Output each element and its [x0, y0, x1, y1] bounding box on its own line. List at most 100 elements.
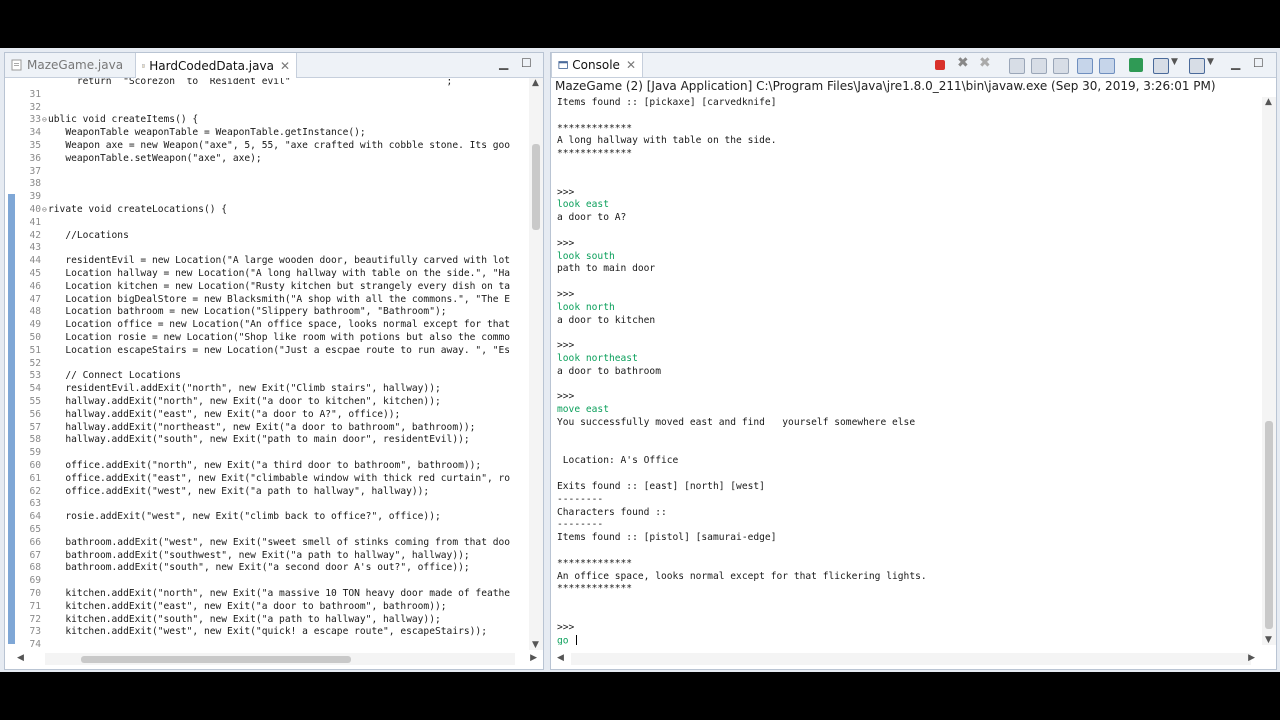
scroll-up-icon[interactable]: ▲ [1265, 97, 1272, 107]
console-process-description: MazeGame (2) [Java Application] C:\Progr… [555, 79, 1216, 93]
code-line: 45 Location hallway = new Location("A lo… [5, 268, 517, 281]
code-line: 73 kitchen.addExit("west", new Exit("qui… [5, 626, 517, 639]
console-line-text: >>> [557, 289, 575, 300]
code-line: 54 residentEvil.addExit("north", new Exi… [5, 383, 517, 396]
chevron-down-icon[interactable]: ▼ [1171, 57, 1178, 67]
line-number: 40 [29, 204, 41, 215]
open-console-icon[interactable] [1189, 58, 1205, 74]
line-number: 50 [29, 332, 41, 343]
code-text: Weapon axe = new Weapon("axe", 5, 55, "a… [48, 140, 511, 151]
code-editor[interactable]: return "Scorezon to Resident evil" ; 31 32… [5, 78, 517, 650]
show-on-error-icon[interactable] [1099, 58, 1115, 74]
console-line-text: ************* [557, 557, 633, 569]
fold-icon[interactable]: ⊖ [42, 114, 47, 127]
code-text: rivate void createLocations() { [48, 204, 228, 215]
tab-hardcodeddata-java[interactable]: J HardCodedData.java ✕ [135, 53, 297, 78]
code-text: kitchen.addExit("east", new Exit("a door… [48, 600, 447, 612]
close-icon[interactable]: ✕ [626, 58, 636, 72]
editor-horizontal-scrollbar[interactable]: ◀ ▶ [17, 653, 537, 665]
scroll-up-icon[interactable]: ▲ [532, 78, 539, 88]
console-output-line: ************* [557, 558, 632, 571]
console-output-line: >>> [557, 391, 574, 404]
scroll-left-icon[interactable]: ◀ [17, 653, 24, 663]
clear-console-icon[interactable] [1009, 58, 1025, 74]
show-on-output-icon[interactable] [1077, 58, 1093, 74]
pin-console-icon[interactable] [1129, 58, 1143, 72]
console-line-text: An office space, looks normal except for… [557, 570, 927, 582]
line-number: 55 [29, 396, 41, 407]
remove-launch-icon[interactable]: ✖ [957, 55, 971, 71]
line-number: 44 [29, 255, 41, 267]
console-vertical-scrollbar[interactable]: ▲ ▼ [1262, 97, 1276, 645]
fold-icon[interactable]: ⊖ [42, 204, 47, 217]
console-line-text: You successfully moved east and find you… [557, 417, 916, 428]
console-line-text: a door to kitchen [557, 314, 656, 326]
code-line: 55 hallway.addExit("north", new Exit("a … [5, 396, 517, 409]
line-number: 39 [29, 191, 41, 203]
display-console-icon[interactable] [1153, 58, 1169, 74]
console-output-line: >>> [557, 289, 574, 302]
code-line: 63 [5, 498, 517, 511]
console-output[interactable]: Items found :: [pickaxe] [carvedknife]**… [551, 97, 1257, 645]
scroll-down-icon[interactable]: ▼ [1265, 635, 1272, 645]
close-icon[interactable]: ✕ [280, 59, 290, 73]
scrollbar-thumb[interactable] [1265, 421, 1273, 629]
code-text: Location bathroom = new Location("Slippe… [48, 306, 447, 318]
console-input-line: look north [557, 302, 615, 315]
minimize-icon[interactable]: ▁ [499, 56, 508, 70]
ide-window: MazeGame.java J HardCodedData.java ✕ ▁ ☐… [0, 48, 1280, 672]
line-number: 56 [29, 408, 41, 420]
line-number: 57 [29, 421, 41, 433]
code-line: 41 [5, 217, 517, 230]
text-cursor [576, 634, 578, 645]
code-line: 65 [5, 524, 517, 537]
line-number: 33 [29, 114, 41, 126]
console-output-line: Items found :: [pickaxe] [carvedknife] [557, 97, 777, 110]
code-line: 64 rosie.addExit("west", new Exit("climb… [5, 511, 517, 524]
console-pane: Console ✕ ✖ ✖ ▼ ▼ ▁ ☐ MazeGame (2) [Java… [550, 52, 1277, 670]
scroll-right-icon[interactable]: ▶ [530, 653, 537, 663]
maximize-icon[interactable]: ☐ [1253, 56, 1264, 70]
code-line: 71 kitchen.addExit("east", new Exit("a d… [5, 601, 517, 614]
scroll-left-icon[interactable]: ◀ [557, 653, 564, 663]
scroll-lock-icon[interactable] [1031, 58, 1047, 74]
console-output-line: >>> [557, 340, 574, 353]
code-line: 43 [5, 242, 517, 255]
editor-vertical-scrollbar[interactable]: ▲ ▼ [529, 78, 543, 650]
minimize-icon[interactable]: ▁ [1231, 56, 1240, 70]
console-output-line: -------- [557, 494, 603, 507]
terminate-icon[interactable] [935, 60, 945, 70]
tab-console[interactable]: Console ✕ [551, 53, 643, 77]
scrollbar-thumb[interactable] [81, 656, 351, 663]
scroll-right-icon[interactable]: ▶ [1248, 653, 1255, 663]
code-text: office.addExit("east", new Exit("climbab… [48, 472, 511, 484]
code-line: 56 hallway.addExit("east", new Exit("a d… [5, 409, 517, 422]
line-number: 67 [29, 549, 41, 561]
console-horizontal-scrollbar[interactable]: ◀ ▶ [557, 653, 1255, 665]
code-text: ublic void createItems() { [48, 114, 199, 126]
word-wrap-icon[interactable] [1053, 58, 1069, 74]
console-line-text: >>> [557, 621, 575, 633]
code-text: Location escapeStairs = new Location("Ju… [48, 344, 511, 356]
line-number: 66 [29, 536, 41, 548]
chevron-down-icon[interactable]: ▼ [1207, 57, 1214, 67]
code-line: 66 bathroom.addExit("west", new Exit("sw… [5, 537, 517, 550]
code-line: 69 [5, 575, 517, 588]
code-line: 53 // Connect Locations [5, 370, 517, 383]
console-line-text: A long hallway with table on the side. [557, 135, 777, 147]
line-number: 53 [29, 370, 41, 382]
line-number: 34 [29, 127, 41, 139]
tab-mazegame-java[interactable]: MazeGame.java [5, 53, 133, 77]
code-line: 47 Location bigDealStore = new Blacksmit… [5, 294, 517, 307]
java-file-icon [11, 59, 22, 71]
scroll-down-icon[interactable]: ▼ [532, 640, 539, 650]
console-input-line: move east [557, 404, 609, 417]
remove-all-icon[interactable]: ✖ [979, 55, 993, 71]
code-text: hallway.addExit("east", new Exit("a door… [48, 408, 401, 420]
code-line: return "Scorezon to Resident evil" ; [5, 78, 517, 89]
editor-tab-bar: MazeGame.java J HardCodedData.java ✕ ▁ ☐ [5, 53, 543, 78]
console-input-line: look east [557, 199, 609, 212]
maximize-icon[interactable]: ☐ [521, 56, 532, 70]
code-line: 35 Weapon axe = new Weapon("axe", 5, 55,… [5, 140, 517, 153]
scrollbar-thumb[interactable] [532, 144, 540, 230]
